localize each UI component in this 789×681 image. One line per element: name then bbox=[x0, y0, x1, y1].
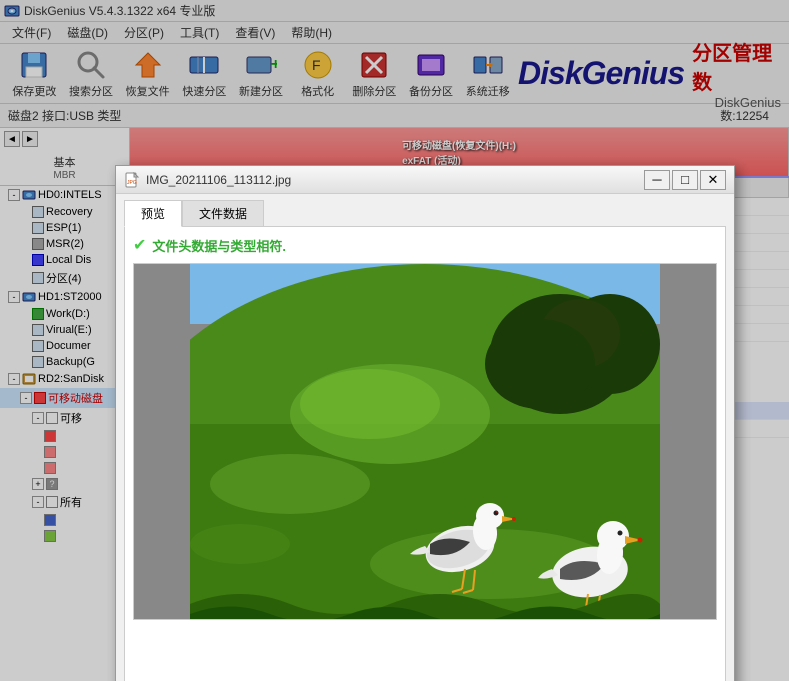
modal-titlebar: JPG IMG_20211106_113112.jpg ─ □ ✕ bbox=[116, 166, 734, 194]
image-preview bbox=[190, 264, 660, 619]
modal-tabs: 预览 文件数据 bbox=[116, 194, 734, 226]
check-icon: ✔ bbox=[133, 235, 146, 255]
image-preview-modal: JPG IMG_20211106_113112.jpg ─ □ ✕ 预览 文件数… bbox=[115, 165, 735, 681]
modal-content: ✔ 文件头数据与类型相符. bbox=[124, 226, 726, 681]
tab-file-data[interactable]: 文件数据 bbox=[182, 200, 264, 226]
bird-scene-svg bbox=[190, 264, 660, 619]
modal-controls: ─ □ ✕ bbox=[644, 170, 726, 190]
modal-status-text: 文件头数据与类型相符. bbox=[152, 236, 286, 255]
tab-preview[interactable]: 预览 bbox=[124, 200, 182, 227]
close-button[interactable]: ✕ bbox=[700, 170, 726, 190]
minimize-button[interactable]: ─ bbox=[644, 170, 670, 190]
modal-status: ✔ 文件头数据与类型相符. bbox=[133, 235, 717, 255]
image-container bbox=[133, 263, 717, 620]
maximize-button[interactable]: □ bbox=[672, 170, 698, 190]
modal-title: IMG_20211106_113112.jpg bbox=[146, 173, 644, 187]
modal-file-icon: JPG bbox=[124, 172, 140, 188]
svg-text:JPG: JPG bbox=[127, 180, 137, 186]
